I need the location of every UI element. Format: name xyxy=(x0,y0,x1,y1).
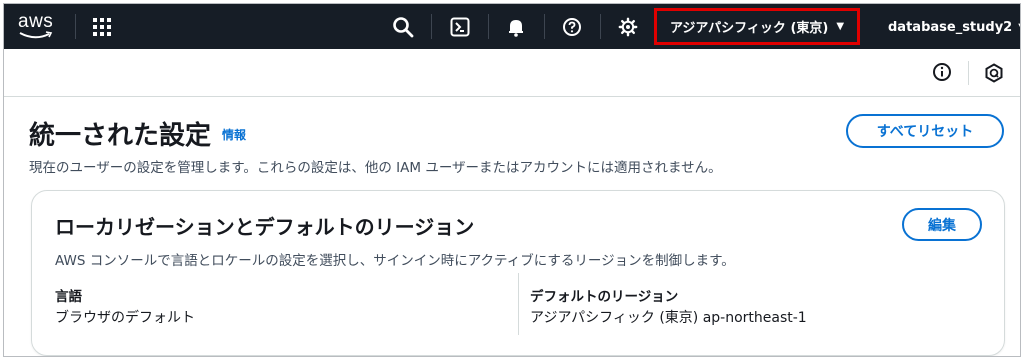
tools-divider xyxy=(968,61,969,85)
main-content: 統一された設定 情報 すべてリセット 現在のユーザーの設定を管理します。これらの… xyxy=(4,98,1020,356)
caret-down-icon: ▼ xyxy=(836,21,845,32)
region-selector-label: アジアパシフィック (東京) xyxy=(669,21,829,36)
search-icon[interactable] xyxy=(391,15,415,39)
services-grid-icon[interactable] xyxy=(92,17,112,37)
localization-card: ローカリゼーションとデフォルトのリージョン 編集 AWS コンソールで言語とロケ… xyxy=(31,190,1005,356)
edit-button[interactable]: 編集 xyxy=(902,208,982,241)
help-icon[interactable] xyxy=(560,15,584,39)
reset-all-button[interactable]: すべてリセット xyxy=(846,114,1004,148)
account-name: database_study2 xyxy=(888,19,1013,35)
nav-divider xyxy=(431,14,432,39)
column-divider xyxy=(518,273,519,335)
amazon-q-icon[interactable] xyxy=(984,63,1004,83)
card-description: AWS コンソールで言語とロケールの設定を選択し、サインイン時にアクティブにする… xyxy=(55,253,735,269)
default-region-value: アジアパシフィック (東京) ap-northeast-1 xyxy=(530,310,807,326)
aws-smile-icon xyxy=(19,31,53,39)
info-icon[interactable] xyxy=(932,62,952,82)
nav-divider xyxy=(544,14,545,39)
page-description: 現在のユーザーの設定を管理します。これらの設定は、他の IAM ユーザーまたはア… xyxy=(29,160,722,176)
gear-icon[interactable] xyxy=(616,15,640,39)
info-link[interactable]: 情報 xyxy=(222,126,246,143)
bell-icon[interactable] xyxy=(504,15,528,39)
region-selector[interactable]: アジアパシフィック (東京) ▼ xyxy=(654,8,860,45)
top-navigation: aws アジアパシフィック (東京) ▼ database_study2 xyxy=(4,4,1020,49)
account-menu[interactable]: database_study2 ▼ xyxy=(888,16,1020,38)
default-region-label: デフォルトのリージョン xyxy=(530,289,679,305)
card-title: ローカリゼーションとデフォルトのリージョン xyxy=(55,215,475,239)
cloudshell-icon[interactable] xyxy=(448,15,472,39)
language-label: 言語 xyxy=(55,289,82,305)
aws-logo[interactable]: aws xyxy=(18,11,60,43)
language-value: ブラウザのデフォルト xyxy=(55,310,195,326)
caret-down-icon: ▼ xyxy=(1018,22,1020,33)
nav-divider xyxy=(600,14,601,39)
tools-bar xyxy=(4,49,1020,97)
console-window: aws アジアパシフィック (東京) ▼ database_study2 統一さ… xyxy=(3,3,1021,357)
page-title: 統一された設定 xyxy=(29,121,212,151)
nav-divider xyxy=(75,14,76,39)
nav-divider xyxy=(488,14,489,39)
